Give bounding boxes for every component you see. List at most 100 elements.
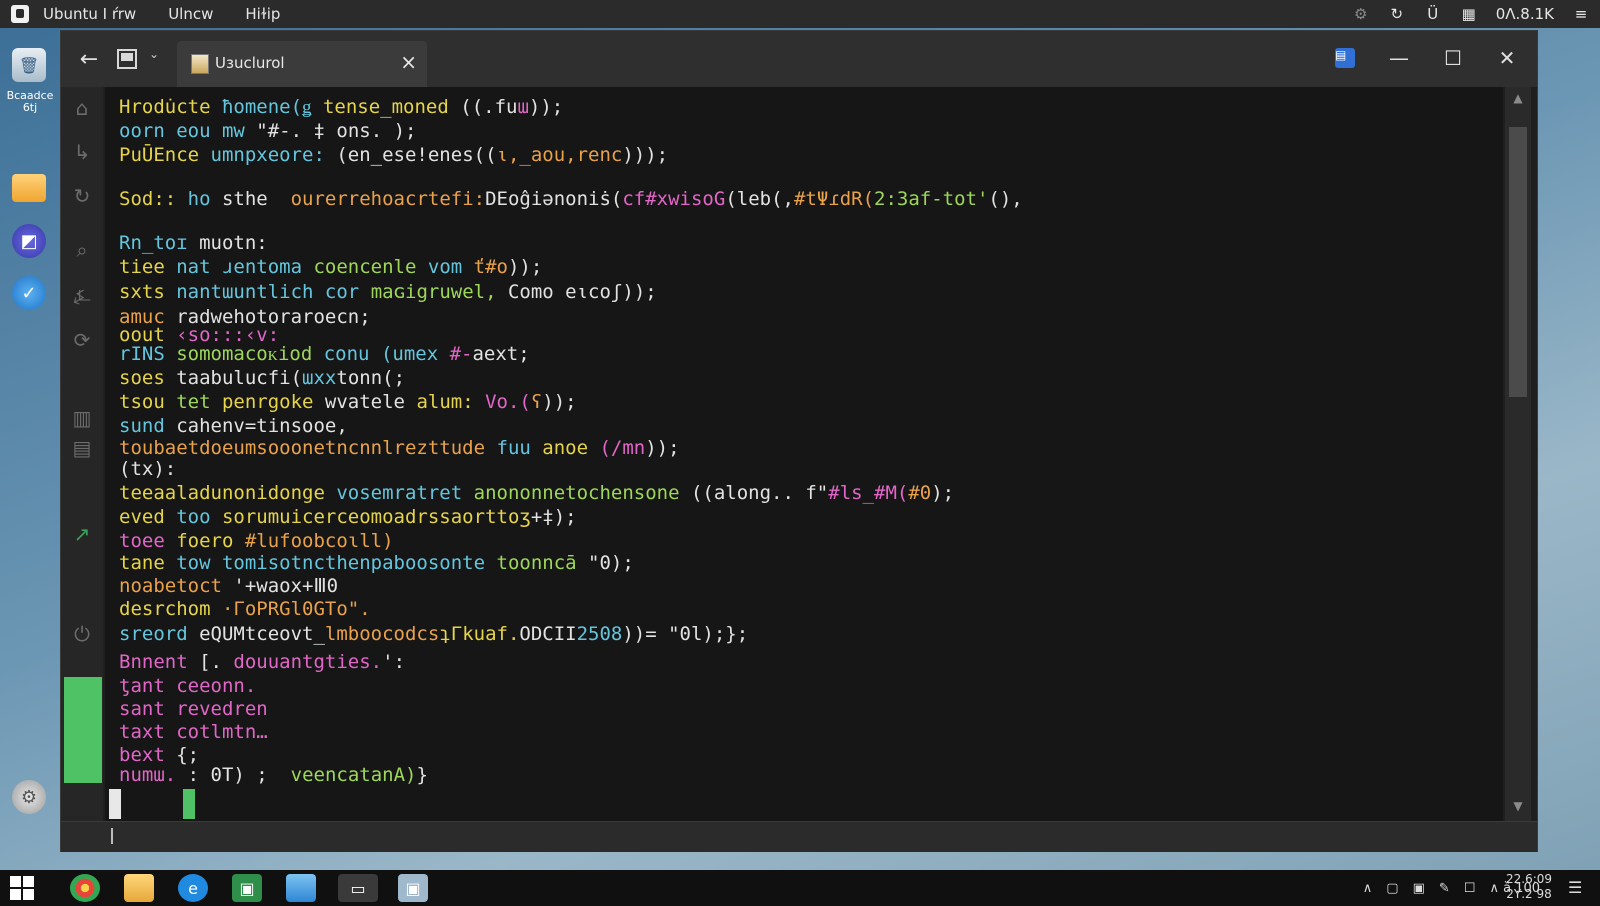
maximize-icon[interactable]: ☐: [1439, 43, 1467, 73]
code-token: tense_moned: [322, 96, 461, 118]
terminal-line: Sod:: ho sthe ourerrehoacrtefi:DЕoĝiǝnon…: [119, 187, 1023, 211]
clock-date: 2Υ.2 98: [1506, 887, 1552, 901]
code-token: sxts: [119, 281, 177, 303]
hamburger-menu-icon[interactable]: ≡: [1572, 5, 1590, 23]
terminal-app-icon[interactable]: ▣: [398, 874, 428, 902]
back-arrow-icon[interactable]: ←: [75, 45, 103, 73]
code-token: ))= "0l);};: [622, 623, 749, 645]
code-token: #ls_#M(: [828, 482, 909, 504]
system-settings-icon[interactable]: ⚙: [12, 780, 46, 814]
terminal-line: oorn eou mw "#-. ‡ ons. );: [119, 119, 416, 143]
terminal-window: ← ⌄ Uɜuclurol × ▤ — ☐ ✕ ⌂ ↳ ↻ ⌕ ⍼ ⟳ ▥ ▤ …: [60, 30, 1538, 852]
trash-label: Bcaadce 6tj: [6, 89, 54, 114]
menu-ubuntu[interactable]: Ubuntu Ι ŕrw: [43, 5, 136, 23]
shield-icon[interactable]: Ü: [1424, 5, 1442, 23]
code-token: (/mn: [599, 437, 646, 459]
terminal-line: eved too sorumuicerceomoadrssaorttoʒ+‡);: [119, 505, 577, 529]
terminal-line: taxt cotlmtn…: [119, 720, 268, 744]
checkmark-app-icon[interactable]: ✓: [12, 276, 46, 310]
window-titlebar: ← ⌄ Uɜuclurol × ▤ — ☐ ✕: [61, 31, 1537, 87]
document-icon[interactable]: ▤: [1335, 48, 1355, 68]
code-token: muotn:: [199, 232, 268, 254]
home-icon[interactable]: ⌂: [69, 95, 95, 121]
code-token: sorumuicerceomoadrssaorttoʒ: [221, 506, 531, 528]
code-token: tane: [119, 552, 177, 574]
clock[interactable]: 22.6:09 2Υ.2 98: [1494, 872, 1564, 902]
code-token: ));: [542, 391, 577, 413]
code-token: ));: [528, 96, 564, 118]
code-token: ʕ: [530, 391, 543, 413]
code-token: sund: [119, 415, 177, 437]
terminal-line: Hrodu̇cte ħomene(ǥ tense_moned ((.fuɯ));: [119, 95, 563, 119]
sync-icon[interactable]: ⟳: [69, 327, 95, 353]
notes-app-icon[interactable]: ▭: [338, 874, 378, 902]
folder-icon[interactable]: [12, 174, 46, 202]
tab-terminal[interactable]: Uɜuclurol ×: [177, 41, 427, 87]
terminal-line: toubaetdoeumsooonetncnnlrezttude fuu ano…: [119, 436, 680, 460]
meet-now-icon[interactable]: ▢: [1386, 881, 1398, 896]
file-explorer-icon[interactable]: [124, 874, 154, 902]
code-token: );: [382, 120, 417, 142]
terminal-line: desrchom ·ΓoPRGl0GTo".: [119, 597, 371, 621]
code-token: }: [416, 764, 428, 786]
close-tab-icon[interactable]: ×: [400, 50, 417, 74]
prompt-arrow-icon[interactable]: ↗: [69, 521, 95, 547]
bookmark-icon[interactable]: ⍼: [69, 283, 95, 309]
terminal-line: toee foero #lufoobcoɩll): [119, 529, 394, 553]
ubuntu-logo-icon[interactable]: [11, 5, 29, 23]
settings-gear-icon[interactable]: ⚙: [1352, 5, 1370, 23]
refresh-icon[interactable]: ↻: [69, 183, 95, 209]
network-icon[interactable]: ↻: [1388, 5, 1406, 23]
trash-icon[interactable]: 🗑: [12, 48, 46, 82]
edge-browser-icon[interactable]: e: [178, 874, 208, 902]
search-icon[interactable]: ⌕: [69, 237, 95, 263]
code-token: tet: [176, 391, 222, 413]
store-icon[interactable]: ▣: [232, 874, 262, 902]
code-token: DЕoĝiǝnoniṡ(: [485, 188, 623, 210]
input-strip[interactable]: [61, 821, 1537, 852]
menu-window[interactable]: Ulncw: [168, 5, 213, 23]
system-top-bar: Ubuntu Ι ŕrw Ulncw Hiɫip ⚙ ↻ Ü ▦ 0Λ.8.1Κ…: [0, 0, 1600, 28]
minimize-icon[interactable]: —: [1385, 43, 1413, 73]
terminal-line: tsou tet penrgoke wvatele alum: Vo.(ʕ));: [119, 390, 577, 414]
monitor-icon[interactable]: ☐: [1464, 881, 1476, 896]
scroll-down-icon[interactable]: ▼: [1509, 799, 1527, 815]
tray-chevron-icon[interactable]: ∧: [1363, 881, 1373, 896]
redo-icon[interactable]: ↳: [69, 139, 95, 165]
code-token: umnpxeore:: [210, 144, 337, 166]
scrollbar-thumb[interactable]: [1509, 127, 1527, 397]
code-token: #-: [449, 343, 473, 365]
code-token: desrchom: [119, 598, 222, 620]
terminal-output[interactable]: Hrodu̇cte ħomene(ǥ tense_moned ((.fuɯ));…: [105, 87, 1503, 821]
menu-help[interactable]: Hiɫip: [245, 5, 280, 23]
code-token: oorn: [119, 120, 177, 142]
terminal-line: Rn_toɪ muotn:: [119, 231, 268, 255]
display-icon[interactable]: ▣: [1413, 881, 1425, 896]
grid-icon[interactable]: ▥: [69, 405, 95, 431]
code-token: Hrodu̇cte: [119, 96, 222, 118]
code-token: soes: [119, 367, 177, 389]
code-token: fuu: [496, 437, 543, 459]
close-icon[interactable]: ✕: [1493, 43, 1521, 73]
code-token: alum:: [416, 391, 486, 413]
start-menu-icon[interactable]: [10, 876, 34, 900]
chevron-down-icon[interactable]: ⌄: [149, 47, 159, 61]
code-token: ((.fu: [460, 96, 518, 118]
app-launcher-icon[interactable]: ◩: [12, 224, 46, 258]
chrome-icon[interactable]: [70, 874, 100, 902]
tab-list-icon[interactable]: [117, 49, 137, 69]
power-icon[interactable]: ⏻: [69, 621, 95, 647]
code-token: cor: [324, 281, 371, 303]
keyboard-layout-icon[interactable]: ▦: [1460, 5, 1478, 23]
list-icon[interactable]: ▤: [69, 435, 95, 461]
scroll-up-icon[interactable]: ▲: [1509, 91, 1527, 107]
notification-center-icon[interactable]: ☰: [1568, 878, 1588, 898]
code-token: '+waox+Ⅲ0: [233, 575, 339, 597]
folder-app-icon[interactable]: [286, 874, 316, 902]
terminal-line: tane tow tomisotncthenpaboosonte toonncā…: [119, 551, 634, 575]
vertical-scrollbar[interactable]: ▲ ▼: [1505, 87, 1531, 821]
terminal-line: teeaaladunonidonge vosemratret anononnet…: [119, 481, 954, 505]
pen-icon[interactable]: ✎: [1439, 881, 1450, 896]
code-token: :: [187, 764, 211, 786]
terminal-line: numɯ. : 0T) ; veencatanA)}: [119, 763, 428, 787]
